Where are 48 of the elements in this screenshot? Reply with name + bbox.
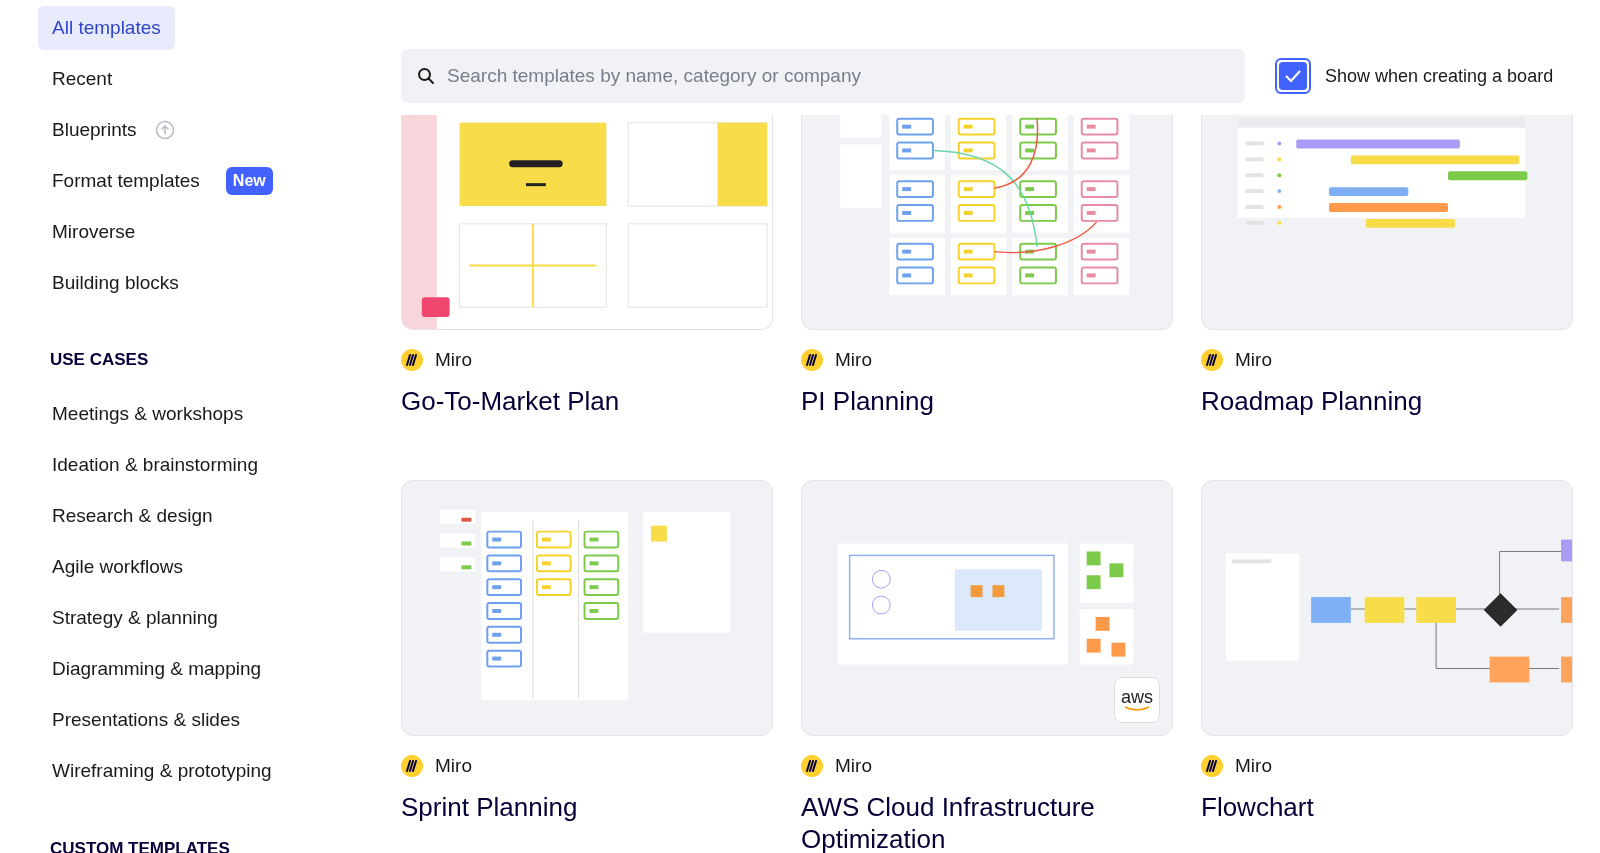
miro-logo-icon	[801, 349, 823, 372]
miro-logo-icon	[401, 349, 423, 372]
template-title[interactable]: Roadmap Planning	[1201, 384, 1573, 417]
template-source: Miro	[435, 754, 472, 778]
search-icon	[417, 67, 435, 85]
template-preview[interactable]	[1201, 115, 1573, 330]
miro-logo-icon	[1201, 349, 1223, 372]
sidebar-item[interactable]: Wireframing & prototyping	[38, 749, 286, 794]
check-icon	[1284, 69, 1302, 83]
miro-logo-icon	[1201, 755, 1223, 778]
sidebar-item[interactable]: Recent	[38, 57, 127, 101]
sidebar-item[interactable]: Agile workflows	[38, 545, 197, 590]
sidebar-item[interactable]: Blueprints	[38, 108, 151, 152]
template-preview[interactable]	[401, 115, 773, 330]
sidebar-item[interactable]: Strategy & planning	[38, 596, 232, 641]
miro-logo-icon	[801, 755, 823, 778]
section-heading: CUSTOM TEMPLATES	[50, 837, 231, 853]
section-heading: USE CASES	[50, 349, 150, 371]
sidebar-item[interactable]: Format templates	[38, 159, 214, 203]
template-preview[interactable]	[801, 115, 1173, 330]
template-title[interactable]: Sprint Planning	[401, 790, 773, 823]
template-preview[interactable]: aws	[801, 480, 1173, 736]
template-source: Miro	[835, 754, 872, 778]
checkbox[interactable]	[1275, 58, 1311, 94]
sidebar-item[interactable]: Presentations & slides	[38, 698, 254, 743]
template-source: Miro	[435, 348, 472, 372]
template-source: Miro	[1235, 754, 1272, 778]
template-preview[interactable]	[1201, 480, 1573, 736]
miro-logo-icon	[401, 755, 423, 778]
sidebar-item[interactable]: Ideation & brainstorming	[38, 443, 272, 488]
arrow-up-circle-icon	[154, 120, 175, 140]
aws-logo: aws	[1114, 677, 1160, 723]
sidebar-item[interactable]: Research & design	[38, 494, 227, 539]
template-preview[interactable]	[401, 480, 773, 736]
checkbox-label: Show when creating a board	[1325, 64, 1554, 88]
sidebar-item[interactable]: Diagramming & mapping	[38, 647, 276, 692]
new-badge: New	[225, 167, 273, 195]
sidebar-item[interactable]: All templates	[38, 6, 175, 50]
template-title[interactable]: AWS Cloud Infrastructure Optimization	[801, 790, 1173, 853]
template-title[interactable]: Go-To-Market Plan	[401, 384, 773, 417]
template-title[interactable]: Flowchart	[1201, 790, 1573, 823]
sidebar-item[interactable]: Building blocks	[38, 261, 193, 305]
template-title[interactable]: PI Planning	[801, 384, 1173, 417]
sidebar-item[interactable]: Miroverse	[38, 210, 150, 254]
template-source: Miro	[835, 348, 872, 372]
template-source: Miro	[1235, 348, 1272, 372]
sidebar-item[interactable]: Meetings & workshops	[38, 392, 258, 437]
search-field[interactable]: Search templates by name, category or company	[401, 49, 1245, 103]
